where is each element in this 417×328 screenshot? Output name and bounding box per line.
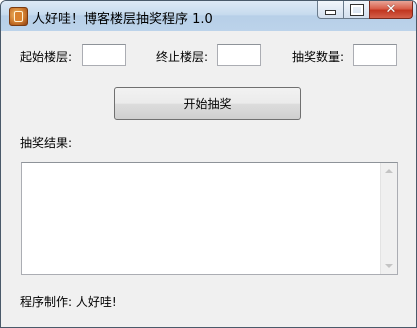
results-label: 抽奖结果: [20,136,73,150]
end-floor-label: 终止楼层: [156,50,209,64]
close-button[interactable]: ✕ [369,1,413,19]
results-scrollbar[interactable] [380,163,397,274]
minimize-button[interactable] [317,1,344,19]
maximize-button[interactable] [343,1,370,19]
prize-count-label: 抽奖数量: [292,50,345,64]
results-textarea[interactable] [21,162,398,275]
title-bar[interactable]: 人好哇！博客楼层抽奖程序 1.0 ✕ [1,1,416,31]
prize-count-input[interactable] [353,44,397,66]
start-floor-input[interactable] [82,44,126,66]
start-floor-label: 起始楼层: [20,50,73,64]
close-icon: ✕ [385,2,397,17]
minimize-icon [325,10,336,15]
maximize-icon [349,3,364,16]
app-icon[interactable] [9,7,28,26]
start-draw-button[interactable]: 开始抽奖 [114,87,301,120]
end-floor-input[interactable] [217,44,261,66]
window-title: 人好哇！博客楼层抽奖程序 1.0 [32,12,213,27]
scroll-up-arrow-icon[interactable] [385,169,393,173]
footer-credit: 程序制作: 人好哇! [20,295,117,309]
scroll-down-arrow-icon[interactable] [385,264,393,268]
app-window: 人好哇！博客楼层抽奖程序 1.0 ✕ 起始楼层: 终止楼层: 抽奖数量: 开始抽… [0,0,417,328]
